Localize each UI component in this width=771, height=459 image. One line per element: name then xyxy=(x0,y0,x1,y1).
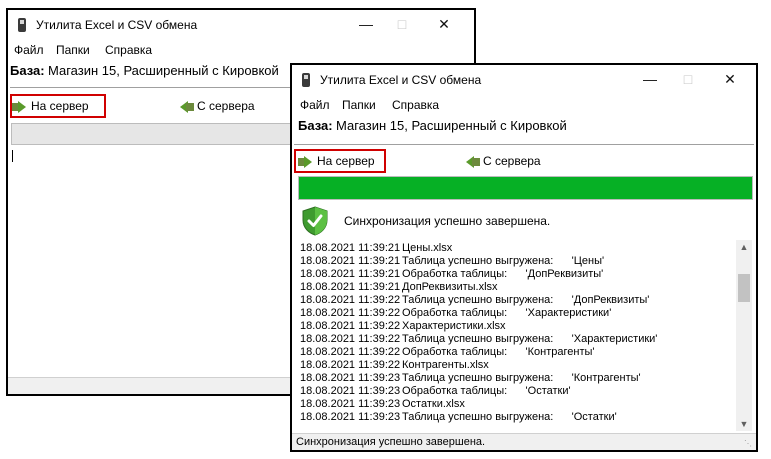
log-timestamp: 18.08.2021 11:39:21 xyxy=(300,255,401,267)
download-arrow-icon xyxy=(180,100,194,113)
front-titlebar[interactable]: Утилита Excel и CSV обмена — □ ✕ xyxy=(292,65,756,95)
from-server-button[interactable]: С сервера xyxy=(178,95,255,117)
log-timestamp: 18.08.2021 11:39:22 xyxy=(300,307,401,319)
log-message: ДопРеквизиты.xlsx xyxy=(402,281,498,293)
maximize-icon[interactable]: □ xyxy=(674,69,702,89)
log-row: 18.08.2021 11:39:22 Обработка таблицы: 'Х… xyxy=(300,307,736,320)
log-row: 18.08.2021 11:39:22 Таблица успешно выгру… xyxy=(300,294,736,307)
front-db-row: База: Магазин 15, Расширенный с Кировкой xyxy=(292,115,756,137)
log-row: 18.08.2021 11:39:22 Характеристики.xlsx xyxy=(300,320,736,333)
divider xyxy=(294,144,754,145)
back-menubar: Файл Папки Справка xyxy=(8,40,474,60)
log-row: 18.08.2021 11:39:23 Таблица успешно выгру… xyxy=(300,411,736,424)
to-server-highlight xyxy=(10,94,106,118)
resize-grip-icon[interactable]: ⋱ xyxy=(744,439,754,449)
log-timestamp: 18.08.2021 11:39:23 xyxy=(300,385,401,397)
log-row: 18.08.2021 11:39:22 Обработка таблицы: 'К… xyxy=(300,346,736,359)
shield-check-icon xyxy=(302,206,328,236)
from-server-button[interactable]: С сервера xyxy=(464,150,541,172)
menu-folders[interactable]: Папки xyxy=(56,43,90,57)
scroll-up-icon[interactable]: ▲ xyxy=(736,240,752,254)
log-row: 18.08.2021 11:39:21 Обработка таблицы: 'Д… xyxy=(300,268,736,281)
scrollbar-thumb[interactable] xyxy=(738,274,750,302)
front-window: Утилита Excel и CSV обмена — □ ✕ Файл Па… xyxy=(290,63,758,452)
log-timestamp: 18.08.2021 11:39:22 xyxy=(300,359,401,371)
scroll-down-icon[interactable]: ▼ xyxy=(736,417,752,431)
log-timestamp: 18.08.2021 11:39:22 xyxy=(300,320,401,332)
close-icon[interactable]: ✕ xyxy=(716,69,744,89)
log-scrollbar[interactable]: ▲ ▼ xyxy=(736,240,752,431)
text-caret xyxy=(12,150,13,162)
log-row: 18.08.2021 11:39:21 Цены.xlsx xyxy=(300,242,736,255)
menu-folders[interactable]: Папки xyxy=(342,98,376,112)
log-message: Таблица успешно выгружена: 'Характеристи… xyxy=(402,333,658,345)
from-server-label: С сервера xyxy=(197,99,255,113)
log-timestamp: 18.08.2021 11:39:21 xyxy=(300,268,401,280)
db-label: База: xyxy=(10,63,45,78)
log-timestamp: 18.08.2021 11:39:23 xyxy=(300,411,401,423)
front-progress-bar xyxy=(298,176,753,200)
log-message: Остатки.xlsx xyxy=(402,398,465,410)
menu-help[interactable]: Справка xyxy=(392,98,439,112)
log-row: 18.08.2021 11:39:23 Остатки.xlsx xyxy=(300,398,736,411)
app-icon xyxy=(18,18,26,32)
log-message: Цены.xlsx xyxy=(402,242,453,254)
menu-file[interactable]: Файл xyxy=(14,43,44,57)
log-timestamp: 18.08.2021 11:39:22 xyxy=(300,294,401,306)
log-row: 18.08.2021 11:39:21 ДопРеквизиты.xlsx xyxy=(300,281,736,294)
statusbar-text: Синхронизация успешно завершена. xyxy=(296,436,486,448)
log-message: Характеристики.xlsx xyxy=(402,320,506,332)
log-timestamp: 18.08.2021 11:39:22 xyxy=(300,333,401,345)
log-row: 18.08.2021 11:39:23 Таблица успешно выгру… xyxy=(300,372,736,385)
log-message: Таблица успешно выгружена: 'ДопРеквизиты… xyxy=(402,294,650,306)
log-timestamp: 18.08.2021 11:39:23 xyxy=(300,398,401,410)
log-message: Обработка таблицы: 'Контрагенты' xyxy=(402,346,595,358)
log-row: 18.08.2021 11:39:21 Таблица успешно выгру… xyxy=(300,255,736,268)
minimize-icon[interactable]: — xyxy=(352,14,380,34)
db-value: Магазин 15, Расширенный с Кировкой xyxy=(336,118,567,133)
maximize-icon[interactable]: □ xyxy=(388,14,416,34)
log-timestamp: 18.08.2021 11:39:21 xyxy=(300,281,401,293)
db-label: База: xyxy=(298,118,333,133)
back-titlebar[interactable]: Утилита Excel и CSV обмена — □ ✕ xyxy=(8,10,474,40)
window-title: Утилита Excel и CSV обмена xyxy=(320,73,482,87)
log-row: 18.08.2021 11:39:22 Контрагенты.xlsx xyxy=(300,359,736,372)
log-list: 18.08.2021 11:39:21 Цены.xlsx 18.08.2021 1… xyxy=(300,242,736,424)
log-timestamp: 18.08.2021 11:39:23 xyxy=(300,372,401,384)
log-row: 18.08.2021 11:39:23 Обработка таблицы: 'О… xyxy=(300,385,736,398)
minimize-icon[interactable]: — xyxy=(636,69,664,89)
log-timestamp: 18.08.2021 11:39:21 xyxy=(300,242,401,254)
progress-fill xyxy=(299,177,752,199)
log-message: Таблица успешно выгружена: 'Остатки' xyxy=(402,411,617,423)
menu-file[interactable]: Файл xyxy=(300,98,330,112)
sync-status-message: Синхронизация успешно завершена. xyxy=(344,214,551,228)
log-panel[interactable]: 18.08.2021 11:39:21 Цены.xlsx 18.08.2021 1… xyxy=(300,242,736,431)
log-message: Контрагенты.xlsx xyxy=(402,359,489,371)
log-message: Обработка таблицы: 'ДопРеквизиты' xyxy=(402,268,604,280)
log-message: Таблица успешно выгружена: 'Цены' xyxy=(402,255,605,267)
to-server-highlight xyxy=(294,149,386,173)
log-message: Обработка таблицы: 'Остатки' xyxy=(402,385,571,397)
close-icon[interactable]: ✕ xyxy=(430,14,458,34)
db-value: Магазин 15, Расширенный с Кировкой xyxy=(48,63,279,78)
front-statusbar: Синхронизация успешно завершена. ⋱ xyxy=(292,433,756,450)
log-message: Обработка таблицы: 'Характеристики' xyxy=(402,307,612,319)
log-row: 18.08.2021 11:39:22 Таблица успешно выгру… xyxy=(300,333,736,346)
log-timestamp: 18.08.2021 11:39:22 xyxy=(300,346,401,358)
log-message: Таблица успешно выгружена: 'Контрагенты' xyxy=(402,372,641,384)
front-menubar: Файл Папки Справка xyxy=(292,95,756,115)
app-icon xyxy=(302,73,310,87)
menu-help[interactable]: Справка xyxy=(105,43,152,57)
window-title: Утилита Excel и CSV обмена xyxy=(36,18,198,32)
download-arrow-icon xyxy=(466,155,480,168)
from-server-label: С сервера xyxy=(483,154,541,168)
